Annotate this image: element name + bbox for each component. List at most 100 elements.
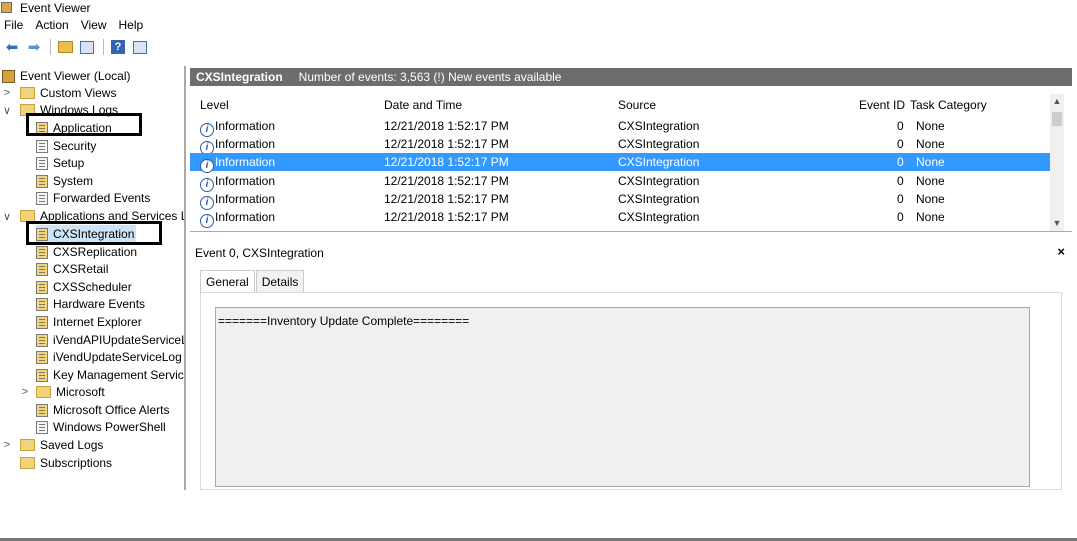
event-level: Information	[215, 210, 276, 224]
chevron-down-icon[interactable]: ∨	[2, 104, 12, 117]
help-button[interactable]: ?	[108, 38, 128, 56]
tree-item-forwarded-events[interactable]: Forwarded Events	[36, 189, 150, 207]
events-scrollbar[interactable]: ▲ ▼	[1050, 94, 1064, 231]
tree-label: Saved Logs	[40, 438, 104, 452]
toolbar: ⬅ ➡ ?	[0, 36, 152, 58]
column-header-date-time[interactable]: Date and Time	[384, 98, 462, 112]
log-icon	[36, 156, 48, 170]
scrollbar-thumb[interactable]	[1052, 112, 1062, 126]
event-id: 0	[897, 174, 904, 188]
event-category: None	[916, 192, 945, 206]
event-datetime: 12/21/2018 1:52:17 PM	[384, 137, 509, 151]
tree-label: System	[53, 174, 94, 188]
log-icon	[36, 262, 48, 276]
table-row[interactable]: i Information 12/21/2018 1:52:17 PM CXSIn…	[190, 208, 1052, 228]
tree-label: CXSRetail	[53, 262, 109, 276]
tree-custom-views[interactable]: > Custom Views	[2, 84, 117, 102]
log-icon	[36, 245, 48, 259]
tree-label: Microsoft	[56, 385, 105, 399]
event-viewer-app-icon	[1, 2, 12, 13]
tree-item-cxsretail[interactable]: CXSRetail	[36, 260, 108, 278]
log-icon	[36, 403, 48, 417]
tree-item-key-management-service[interactable]: Key Management Service	[36, 366, 184, 384]
tree-subscriptions[interactable]: Subscriptions	[20, 454, 112, 472]
information-icon: i	[200, 214, 214, 228]
tree-label: Forwarded Events	[53, 191, 151, 205]
log-icon	[36, 333, 48, 347]
table-row[interactable]: i Information 12/21/2018 1:52:17 PM CXSIn…	[190, 172, 1052, 192]
tree-root[interactable]: Event Viewer (Local)	[2, 67, 131, 85]
tree-item-microsoft-office-alerts[interactable]: Microsoft Office Alerts	[36, 401, 169, 419]
log-icon	[36, 315, 48, 329]
table-row-selected[interactable]: i Information 12/21/2018 1:52:17 PM CXSIn…	[190, 153, 1052, 173]
event-source: CXSIntegration	[618, 119, 700, 133]
menu-file[interactable]: File	[4, 18, 23, 32]
log-icon	[36, 368, 48, 382]
menu-view[interactable]: View	[81, 18, 107, 32]
forward-button[interactable]: ➡	[24, 38, 44, 56]
back-button[interactable]: ⬅	[2, 38, 22, 56]
information-icon: i	[200, 159, 214, 173]
toolbar-separator	[50, 39, 51, 55]
table-row[interactable]: i Information 12/21/2018 1:52:17 PM CXSIn…	[190, 117, 1052, 137]
tree-item-cxsscheduler[interactable]: CXSScheduler	[36, 278, 132, 296]
log-icon	[36, 297, 48, 311]
scroll-down-icon[interactable]: ▼	[1050, 218, 1064, 231]
tree-root-label: Event Viewer (Local)	[20, 69, 131, 83]
log-icon	[36, 139, 48, 153]
event-datetime: 12/21/2018 1:52:17 PM	[384, 210, 509, 224]
event-datetime: 12/21/2018 1:52:17 PM	[384, 192, 509, 206]
event-description-field[interactable]: =======Inventory Update Complete========	[215, 307, 1030, 487]
tree-saved-logs[interactable]: > Saved Logs	[2, 436, 104, 454]
show-hide-tree-button[interactable]	[77, 38, 97, 56]
help-icon: ?	[111, 40, 125, 54]
log-event-count: Number of events: 3,563 (!) New events a…	[298, 70, 562, 84]
close-icon[interactable]: ×	[1057, 244, 1065, 259]
column-header-source[interactable]: Source	[618, 98, 656, 112]
chevron-right-icon[interactable]: >	[2, 439, 12, 451]
events-table: Level Date and Time Source Event ID Task…	[190, 94, 1072, 232]
event-level: Information	[215, 155, 276, 169]
tree-item-security[interactable]: Security	[36, 137, 96, 155]
tree-item-ivendapiupdateservicelog[interactable]: iVendAPIUpdateServiceLo	[36, 331, 184, 349]
tree-item-internet-explorer[interactable]: Internet Explorer	[36, 313, 142, 331]
tree-item-system[interactable]: System	[36, 172, 93, 190]
log-icon	[36, 350, 48, 364]
event-viewer-icon	[2, 69, 15, 83]
event-category: None	[916, 119, 945, 133]
tab-general[interactable]: General	[200, 270, 255, 293]
detail-tabs: General Details	[200, 270, 305, 293]
column-header-event-id[interactable]: Event ID	[859, 98, 905, 112]
tree-item-hardware-events[interactable]: Hardware Events	[36, 295, 145, 313]
tree-item-setup[interactable]: Setup	[36, 154, 84, 172]
column-header-level[interactable]: Level	[200, 98, 229, 112]
tree-item-cxsreplication[interactable]: CXSReplication	[36, 243, 137, 261]
tree-label: Internet Explorer	[53, 315, 142, 329]
menu-action[interactable]: Action	[35, 18, 68, 32]
chevron-right-icon[interactable]: >	[20, 386, 30, 398]
tab-details[interactable]: Details	[255, 270, 305, 292]
event-source: CXSIntegration	[618, 137, 700, 151]
chevron-down-icon[interactable]: ∨	[2, 210, 12, 223]
scroll-up-icon[interactable]: ▲	[1050, 96, 1064, 110]
tree-label: Microsoft Office Alerts	[53, 403, 170, 417]
toolbar-separator	[103, 39, 104, 55]
subscriptions-icon	[20, 457, 35, 469]
table-row[interactable]: i Information 12/21/2018 1:52:17 PM CXSIn…	[190, 190, 1052, 210]
tree-item-microsoft[interactable]: > Microsoft	[20, 383, 105, 401]
tree-item-ivendupdateservicelog[interactable]: iVendUpdateServiceLog	[36, 348, 182, 366]
show-hide-tree-icon	[80, 40, 94, 54]
log-header-bar: CXSIntegration Number of events: 3,563 (…	[190, 68, 1072, 86]
menu-help[interactable]: Help	[119, 18, 144, 32]
column-header-task-category[interactable]: Task Category	[910, 98, 987, 112]
up-level-button[interactable]	[55, 38, 75, 56]
event-id: 0	[897, 155, 904, 169]
folder-icon	[20, 87, 35, 99]
tree-item-windows-powershell[interactable]: Windows PowerShell	[36, 418, 166, 436]
tree-label: Security	[53, 139, 97, 153]
action-pane-icon	[133, 40, 147, 54]
chevron-right-icon[interactable]: >	[2, 87, 12, 99]
table-row[interactable]: i Information 12/21/2018 1:52:17 PM CXSIn…	[190, 135, 1052, 155]
event-level: Information	[215, 192, 276, 206]
action-pane-button[interactable]	[130, 38, 150, 56]
